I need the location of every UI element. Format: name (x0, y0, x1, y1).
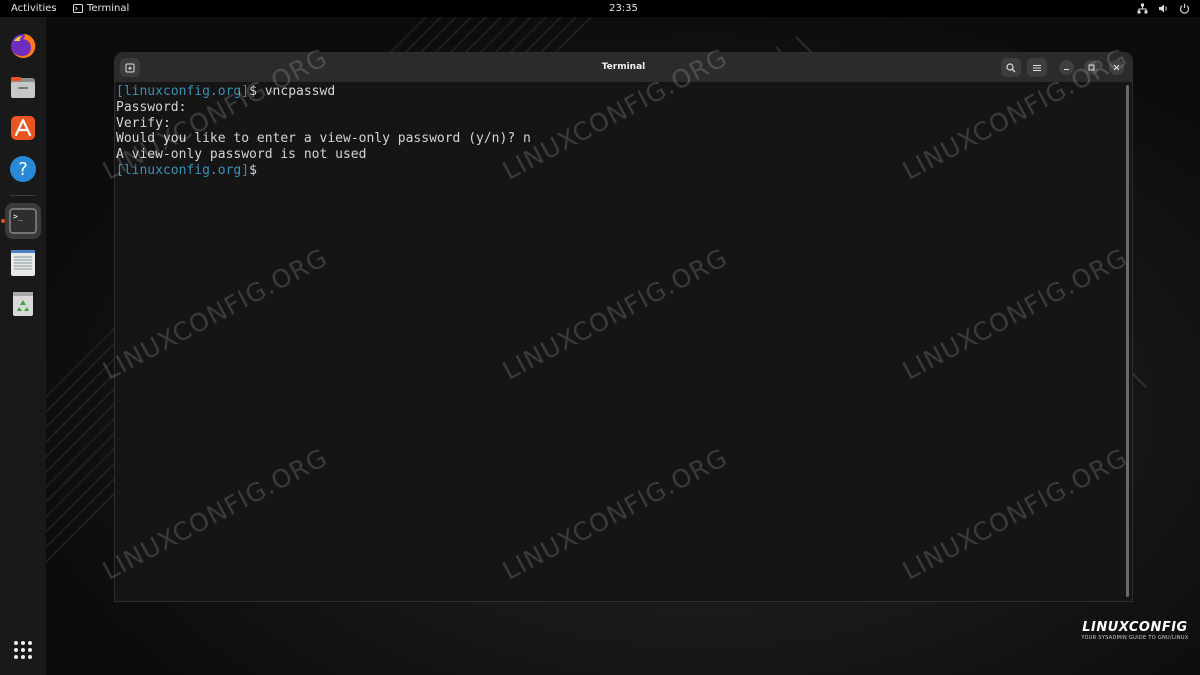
hamburger-icon (1033, 64, 1041, 71)
software-icon (11, 116, 35, 140)
dock-text-editor[interactable] (5, 245, 41, 281)
show-apps-button[interactable] (5, 632, 41, 668)
dock-trash[interactable] (5, 286, 41, 322)
files-icon (11, 77, 35, 98)
dock-firefox[interactable] (5, 28, 41, 64)
dock-files[interactable] (5, 69, 41, 105)
dock-separator (10, 195, 36, 196)
text-editor-icon (11, 250, 35, 276)
dock: ? >_ (0, 17, 46, 675)
terminal-line-text: $ (249, 162, 265, 178)
volume-icon (1159, 4, 1167, 13)
trash-icon (13, 292, 33, 316)
firefox-icon (11, 33, 36, 58)
network-icon (1137, 3, 1148, 14)
dock-terminal[interactable]: >_ (5, 203, 41, 239)
svg-text:>_: >_ (13, 212, 23, 221)
terminal-line-text: Password: (116, 99, 187, 115)
dock-help[interactable]: ? (5, 151, 41, 187)
linuxconfig-logo: LINUXCONFIG YOUR SYSADMIN GUIDE TO GNU/L… (1080, 620, 1190, 641)
top-bar: Activities Terminal 23:35 (0, 0, 1200, 17)
terminal-line: [linuxconfig.org]$ (116, 163, 1116, 179)
brand-tagline: YOUR SYSADMIN GUIDE TO GNU/LINUX (1081, 635, 1189, 641)
menu-button[interactable] (1027, 58, 1047, 77)
search-icon (1006, 62, 1016, 72)
terminal-scrollbar[interactable] (1126, 85, 1129, 597)
help-icon: ? (10, 156, 36, 182)
search-button[interactable] (1001, 58, 1021, 77)
brand-logo-text: LINUXCONFIG (1082, 620, 1188, 635)
power-icon (1180, 3, 1189, 14)
svg-text:?: ? (18, 159, 28, 180)
dock-software[interactable] (5, 110, 41, 146)
clock[interactable]: 23:35 (0, 0, 1200, 17)
terminal-icon: >_ (9, 208, 37, 234)
system-tray[interactable] (1137, 0, 1190, 17)
app-grid-icon (14, 641, 32, 659)
